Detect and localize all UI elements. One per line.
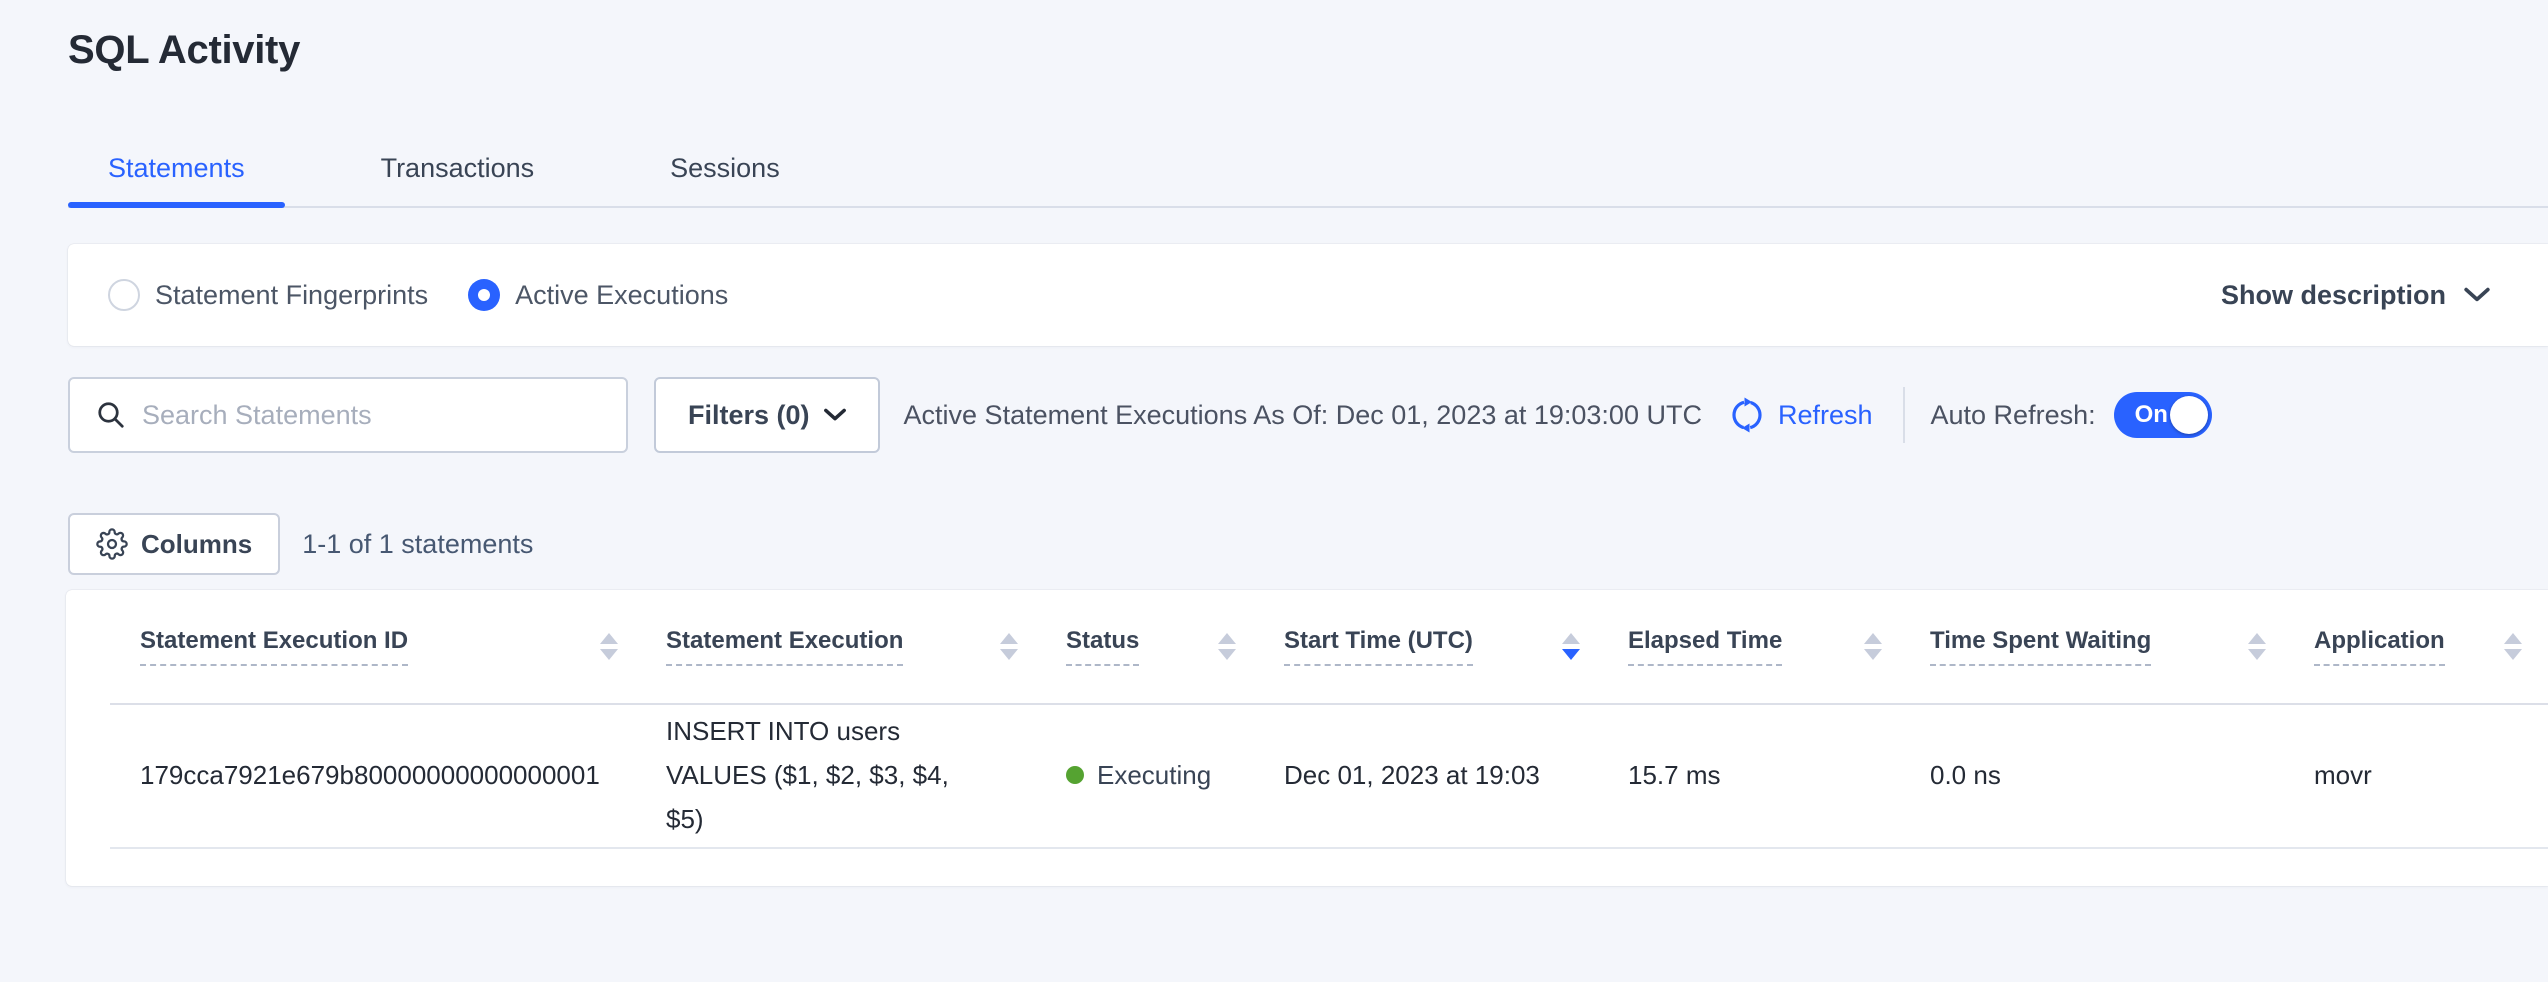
filters-label: Filters (0) <box>688 400 810 431</box>
table-controls: Columns 1-1 of 1 statements <box>68 513 533 575</box>
filters-button[interactable]: Filters (0) <box>654 377 880 453</box>
sql-activity-page: SQL Activity Statements Transactions Ses… <box>0 0 2548 982</box>
status-executing-icon <box>1066 766 1084 784</box>
sort-icon <box>2248 633 2266 660</box>
tab-statements[interactable]: Statements <box>68 130 285 206</box>
column-header-statement-execution-id[interactable]: Statement Execution ID <box>66 590 666 703</box>
radio-active-executions[interactable]: Active Executions <box>468 279 728 311</box>
search-input[interactable] <box>142 400 606 431</box>
cell-time-spent-waiting: 0.0 ns <box>1930 703 2314 847</box>
radio-statement-fingerprints[interactable]: Statement Fingerprints <box>108 279 428 311</box>
cell-elapsed-time: 15.7 ms <box>1628 703 1930 847</box>
cell-status: Executing <box>1066 703 1284 847</box>
sort-desc-icon <box>1562 633 1580 660</box>
show-description-label: Show description <box>2221 280 2446 311</box>
cell-execution-id: 179cca7921e679b80000000000000001 <box>66 703 666 847</box>
view-mode-card: Statement Fingerprints Active Executions… <box>68 244 2548 346</box>
table-row[interactable]: 179cca7921e679b80000000000000001 INSERT … <box>66 703 2548 847</box>
toggle-knob <box>2170 396 2208 434</box>
column-header-statement-execution[interactable]: Statement Execution <box>666 590 1066 703</box>
column-header-application[interactable]: Application <box>2314 590 2548 703</box>
cell-statement: INSERT INTO users VALUES ($1, $2, $3, $4… <box>666 703 1066 847</box>
refresh-icon <box>1728 396 1766 434</box>
column-header-start-time[interactable]: Start Time (UTC) <box>1284 590 1628 703</box>
sort-icon <box>1864 633 1882 660</box>
sort-icon <box>2504 633 2522 660</box>
column-header-status[interactable]: Status <box>1066 590 1284 703</box>
toolbar-divider <box>1903 387 1905 443</box>
tab-bar: Statements Transactions Sessions <box>68 130 2548 208</box>
statements-table-panel: Statement Execution ID Statement Executi… <box>66 590 2548 886</box>
toggle-state-label: On <box>2135 401 2168 429</box>
search-box <box>68 377 628 453</box>
header-divider <box>110 703 2548 705</box>
columns-button[interactable]: Columns <box>68 513 280 575</box>
auto-refresh-label: Auto Refresh: <box>1931 400 2096 431</box>
auto-refresh-toggle[interactable]: On <box>2114 392 2212 438</box>
gear-icon <box>96 528 128 560</box>
chevron-down-icon <box>2464 287 2490 303</box>
table-header-row: Statement Execution ID Statement Executi… <box>66 590 2548 703</box>
chevron-down-icon <box>824 408 846 422</box>
radio-label: Statement Fingerprints <box>155 280 428 311</box>
sort-icon <box>600 633 618 660</box>
cell-start-time: Dec 01, 2023 at 19:03 <box>1284 703 1628 847</box>
sort-icon <box>1000 633 1018 660</box>
sort-icon <box>1218 633 1236 660</box>
results-count: 1-1 of 1 statements <box>302 529 533 560</box>
radio-label: Active Executions <box>515 280 728 311</box>
column-header-elapsed-time[interactable]: Elapsed Time <box>1628 590 1930 703</box>
row-divider <box>110 847 2548 849</box>
active-executions-table: Statement Execution ID Statement Executi… <box>66 590 2548 847</box>
statements-toolbar: Filters (0) Active Statement Executions … <box>68 376 2548 454</box>
as-of-timestamp: Active Statement Executions As Of: Dec 0… <box>904 400 1702 431</box>
status-label: Executing <box>1097 760 1211 791</box>
column-header-time-spent-waiting[interactable]: Time Spent Waiting <box>1930 590 2314 703</box>
refresh-label: Refresh <box>1778 400 1873 431</box>
tab-sessions[interactable]: Sessions <box>630 130 820 206</box>
refresh-button[interactable]: Refresh <box>1728 396 1873 434</box>
radio-unselected-icon <box>108 279 140 311</box>
columns-label: Columns <box>141 529 252 560</box>
radio-selected-icon <box>468 279 500 311</box>
cell-application: movr <box>2314 703 2548 847</box>
search-icon <box>96 400 126 430</box>
show-description-toggle[interactable]: Show description <box>2221 280 2548 311</box>
tab-transactions[interactable]: Transactions <box>341 130 575 206</box>
page-title: SQL Activity <box>68 28 300 73</box>
